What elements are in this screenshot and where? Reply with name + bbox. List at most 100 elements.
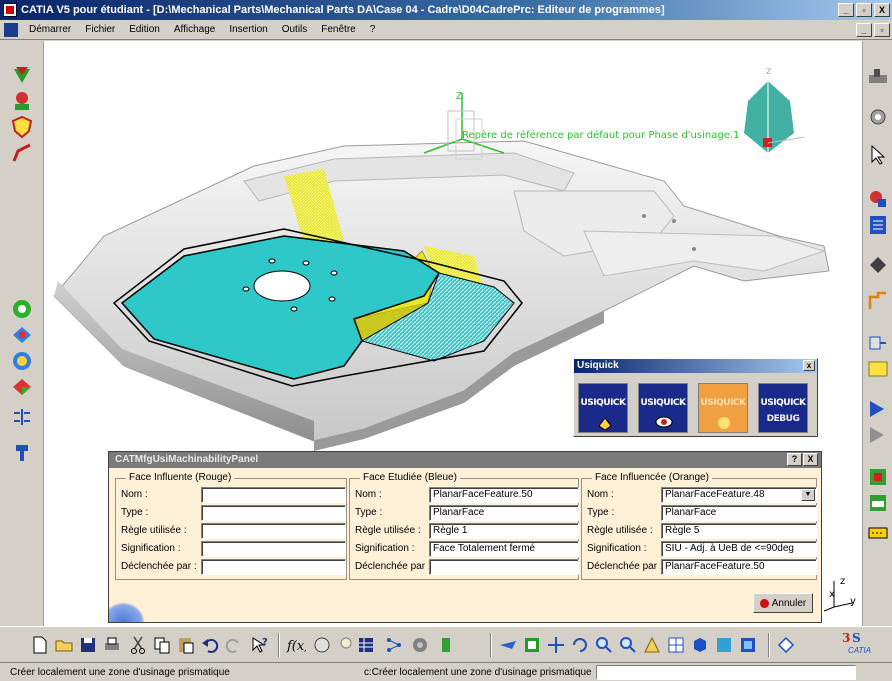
command-input[interactable] — [596, 665, 856, 680]
open-folder-icon[interactable] — [54, 635, 74, 655]
panel-close-button[interactable]: X — [803, 453, 818, 466]
save-icon[interactable] — [78, 635, 98, 655]
label-nom: Nom : — [355, 489, 382, 500]
redo-icon[interactable] — [224, 635, 244, 655]
table-icon[interactable] — [356, 635, 376, 655]
restore-button[interactable]: ▫ — [856, 3, 872, 17]
shading-icon[interactable] — [714, 635, 734, 655]
menu-insertion[interactable]: Insertion — [222, 24, 274, 35]
report-icon[interactable] — [866, 491, 890, 515]
multi-view-icon[interactable] — [666, 635, 686, 655]
doc-minimize-button[interactable]: _ — [856, 22, 872, 37]
whats-this-icon[interactable]: ? — [250, 635, 270, 655]
catia-app-icon[interactable] — [3, 3, 17, 17]
undo-icon[interactable] — [200, 635, 220, 655]
pocket-icon[interactable] — [10, 323, 34, 347]
influente-declenchee-field[interactable] — [201, 559, 346, 575]
print-icon[interactable] — [102, 635, 122, 655]
hide-show-icon[interactable] — [738, 635, 758, 655]
machine-icon[interactable] — [866, 65, 890, 89]
program-list-icon[interactable] — [866, 213, 890, 237]
influencee-declenchee-field[interactable]: PlanarFaceFeature.50 — [661, 559, 817, 575]
tool-path-icon[interactable] — [10, 405, 34, 429]
shield-icon[interactable] — [10, 115, 34, 139]
profile-icon[interactable] — [866, 289, 890, 313]
zoom-in-icon[interactable] — [594, 635, 614, 655]
svg-text:CATIA: CATIA — [848, 646, 871, 655]
etudiee-type-field[interactable]: PlanarFace — [429, 505, 579, 521]
gear-icon[interactable] — [866, 105, 890, 129]
light-bulb-icon[interactable] — [336, 635, 356, 655]
usiquick-button-2[interactable]: USIQUICK — [638, 383, 688, 433]
bulb-icon — [718, 417, 730, 429]
label-signification: Signification : — [121, 543, 181, 554]
tool-icon[interactable] — [10, 441, 34, 465]
menu-demarrer[interactable]: Démarrer — [22, 24, 78, 35]
graph-icon[interactable] — [384, 635, 404, 655]
geometry-icon[interactable] — [10, 375, 34, 399]
usiquick-button-1[interactable]: USIQUICK — [578, 383, 628, 433]
sketch-icon[interactable] — [10, 141, 34, 165]
etudiee-signification-field[interactable]: Face Totalement fermé — [429, 541, 579, 557]
paste-icon[interactable] — [176, 635, 196, 655]
dropdown-arrow-icon[interactable]: ▼ — [801, 489, 815, 501]
etudiee-declenchee-field[interactable] — [429, 559, 579, 575]
usiquick-debug-button[interactable]: USIQUICK DEBUG — [758, 383, 808, 433]
drill-icon[interactable] — [866, 253, 890, 277]
diamond-icon[interactable] — [776, 635, 796, 655]
nc-code-icon[interactable] — [866, 357, 890, 381]
panel-help-button[interactable]: ? — [787, 453, 802, 466]
influente-signification-field[interactable] — [201, 541, 346, 557]
iso-view-icon[interactable] — [690, 635, 710, 655]
tool-change-icon[interactable] — [866, 187, 890, 211]
influente-nom-field[interactable] — [201, 487, 346, 503]
doc-restore-button[interactable]: ▫ — [874, 22, 890, 37]
zoom-out-icon[interactable] — [618, 635, 638, 655]
influente-type-field[interactable] — [201, 505, 346, 521]
close-button[interactable]: X — [874, 3, 890, 17]
area-select-icon[interactable] — [10, 349, 34, 373]
influencee-nom-value: PlanarFaceFeature.48 — [665, 489, 765, 500]
influencee-nom-select[interactable]: PlanarFaceFeature.48 ▼ — [661, 487, 817, 503]
operation-icon[interactable] — [866, 331, 890, 355]
influente-regle-field[interactable] — [201, 523, 346, 539]
menu-fenetre[interactable]: Fenêtre — [314, 24, 362, 35]
minimize-button[interactable]: _ — [838, 3, 854, 17]
cancel-button[interactable]: Annuler — [753, 593, 813, 613]
start-logo-icon[interactable] — [4, 22, 18, 37]
knowledge-icon[interactable] — [312, 635, 332, 655]
influencee-regle-field[interactable]: Règle 5 — [661, 523, 817, 539]
output-icon[interactable] — [866, 465, 890, 489]
machining-area-icon[interactable] — [10, 297, 34, 321]
menu-fichier[interactable]: Fichier — [78, 24, 122, 35]
usiquick-button-3[interactable]: USIQUICK — [698, 383, 748, 433]
fit-all-icon[interactable] — [522, 635, 542, 655]
compass-icon[interactable] — [744, 81, 805, 153]
pan-icon[interactable] — [546, 635, 566, 655]
new-file-icon[interactable] — [30, 635, 50, 655]
face-select-icon — [598, 417, 612, 430]
influencee-signification-field[interactable]: SIU - Adj. à UeB de <=90deg — [661, 541, 817, 557]
menu-help[interactable]: ? — [363, 24, 383, 35]
simulation-icon[interactable] — [866, 397, 890, 421]
menu-edition[interactable]: Edition — [122, 24, 167, 35]
normal-view-icon[interactable] — [642, 635, 662, 655]
copy-icon[interactable] — [152, 635, 172, 655]
part-operation-icon[interactable] — [10, 89, 34, 113]
rotate-icon[interactable] — [570, 635, 590, 655]
etudiee-regle-field[interactable]: Règle 1 — [429, 523, 579, 539]
menu-affichage[interactable]: Affichage — [167, 24, 223, 35]
menu-outils[interactable]: Outils — [275, 24, 315, 35]
etudiee-nom-field[interactable]: PlanarFaceFeature.50 — [429, 487, 579, 503]
select-arrow-icon[interactable] — [866, 143, 890, 167]
fly-mode-icon[interactable] — [498, 635, 518, 655]
simulation-step-icon[interactable] — [866, 423, 890, 447]
machining-phase-icon[interactable] — [10, 63, 34, 87]
cut-icon[interactable] — [128, 635, 148, 655]
usiquick-close-button[interactable]: x — [803, 360, 815, 371]
formula-icon[interactable]: f(x) — [286, 635, 306, 655]
catalog-icon[interactable] — [410, 635, 430, 655]
influencee-type-field[interactable]: PlanarFace — [661, 505, 817, 521]
dots-icon[interactable] — [866, 521, 890, 545]
measure-icon[interactable] — [436, 635, 456, 655]
